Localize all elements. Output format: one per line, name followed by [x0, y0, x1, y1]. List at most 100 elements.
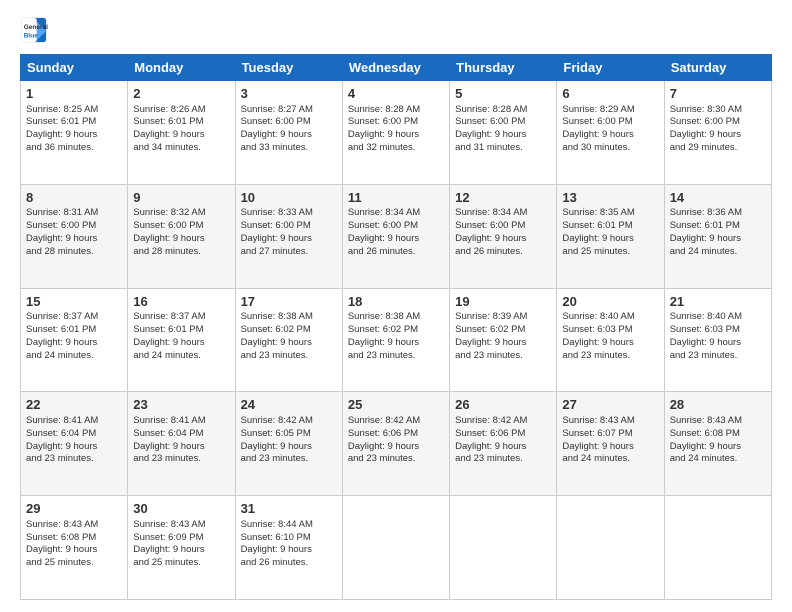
column-header-thursday: Thursday: [450, 55, 557, 81]
day-info-line: and 32 minutes.: [348, 142, 444, 155]
day-info-line: Daylight: 9 hours: [348, 337, 444, 350]
day-number: 6: [562, 85, 658, 103]
day-info-line: Daylight: 9 hours: [348, 441, 444, 454]
day-info-line: Daylight: 9 hours: [26, 129, 122, 142]
day-number: 23: [133, 396, 229, 414]
day-info-line: and 23 minutes.: [241, 453, 337, 466]
day-number: 14: [670, 189, 766, 207]
day-info-line: and 29 minutes.: [670, 142, 766, 155]
day-info-line: Daylight: 9 hours: [562, 337, 658, 350]
calendar-cell: 2Sunrise: 8:26 AMSunset: 6:01 PMDaylight…: [128, 81, 235, 185]
day-number: 8: [26, 189, 122, 207]
calendar-cell: 22Sunrise: 8:41 AMSunset: 6:04 PMDayligh…: [21, 392, 128, 496]
day-number: 25: [348, 396, 444, 414]
day-info-line: Sunset: 6:04 PM: [133, 428, 229, 441]
day-info-line: Sunset: 6:00 PM: [348, 116, 444, 129]
calendar-cell: [557, 496, 664, 600]
day-info-line: Sunset: 6:00 PM: [562, 116, 658, 129]
day-number: 30: [133, 500, 229, 518]
day-info-line: and 23 minutes.: [455, 350, 551, 363]
day-info-line: Sunset: 6:01 PM: [133, 324, 229, 337]
calendar-cell: 9Sunrise: 8:32 AMSunset: 6:00 PMDaylight…: [128, 184, 235, 288]
day-info-line: and 28 minutes.: [133, 246, 229, 259]
day-info-line: Daylight: 9 hours: [670, 129, 766, 142]
day-info-line: Sunrise: 8:38 AM: [348, 311, 444, 324]
day-info-line: and 26 minutes.: [348, 246, 444, 259]
calendar-cell: 13Sunrise: 8:35 AMSunset: 6:01 PMDayligh…: [557, 184, 664, 288]
day-info-line: and 34 minutes.: [133, 142, 229, 155]
day-info-line: Sunrise: 8:43 AM: [26, 519, 122, 532]
calendar-cell: 31Sunrise: 8:44 AMSunset: 6:10 PMDayligh…: [235, 496, 342, 600]
day-info-line: Sunset: 6:05 PM: [241, 428, 337, 441]
day-info-line: and 26 minutes.: [241, 557, 337, 570]
calendar-week-row: 15Sunrise: 8:37 AMSunset: 6:01 PMDayligh…: [21, 288, 772, 392]
day-info-line: and 25 minutes.: [133, 557, 229, 570]
calendar-cell: 26Sunrise: 8:42 AMSunset: 6:06 PMDayligh…: [450, 392, 557, 496]
day-info-line: and 23 minutes.: [26, 453, 122, 466]
day-info-line: Daylight: 9 hours: [241, 337, 337, 350]
day-info-line: Sunrise: 8:40 AM: [562, 311, 658, 324]
day-info-line: Sunrise: 8:44 AM: [241, 519, 337, 532]
calendar-cell: 15Sunrise: 8:37 AMSunset: 6:01 PMDayligh…: [21, 288, 128, 392]
calendar-cell: 8Sunrise: 8:31 AMSunset: 6:00 PMDaylight…: [21, 184, 128, 288]
calendar-header-row: SundayMondayTuesdayWednesdayThursdayFrid…: [21, 55, 772, 81]
day-info-line: Daylight: 9 hours: [133, 233, 229, 246]
day-info-line: and 24 minutes.: [670, 453, 766, 466]
day-info-line: Sunrise: 8:31 AM: [26, 207, 122, 220]
day-info-line: Daylight: 9 hours: [241, 233, 337, 246]
day-info-line: Sunset: 6:00 PM: [241, 116, 337, 129]
day-number: 10: [241, 189, 337, 207]
calendar-week-row: 22Sunrise: 8:41 AMSunset: 6:04 PMDayligh…: [21, 392, 772, 496]
day-number: 13: [562, 189, 658, 207]
day-info-line: Sunrise: 8:37 AM: [26, 311, 122, 324]
day-info-line: Sunrise: 8:42 AM: [241, 415, 337, 428]
day-info-line: and 23 minutes.: [455, 453, 551, 466]
column-header-monday: Monday: [128, 55, 235, 81]
day-info-line: Sunset: 6:06 PM: [455, 428, 551, 441]
day-info-line: Sunset: 6:02 PM: [348, 324, 444, 337]
day-info-line: Daylight: 9 hours: [455, 441, 551, 454]
day-info-line: and 23 minutes.: [348, 350, 444, 363]
day-info-line: Sunset: 6:04 PM: [26, 428, 122, 441]
day-number: 15: [26, 293, 122, 311]
day-info-line: Sunset: 6:01 PM: [670, 220, 766, 233]
day-info-line: Sunset: 6:08 PM: [670, 428, 766, 441]
day-info-line: and 26 minutes.: [455, 246, 551, 259]
day-number: 7: [670, 85, 766, 103]
day-info-line: Sunset: 6:08 PM: [26, 532, 122, 545]
day-info-line: and 33 minutes.: [241, 142, 337, 155]
column-header-friday: Friday: [557, 55, 664, 81]
day-info-line: Daylight: 9 hours: [26, 337, 122, 350]
calendar-cell: 30Sunrise: 8:43 AMSunset: 6:09 PMDayligh…: [128, 496, 235, 600]
calendar-week-row: 29Sunrise: 8:43 AMSunset: 6:08 PMDayligh…: [21, 496, 772, 600]
calendar-cell: 6Sunrise: 8:29 AMSunset: 6:00 PMDaylight…: [557, 81, 664, 185]
day-info-line: and 23 minutes.: [562, 350, 658, 363]
day-info-line: Daylight: 9 hours: [348, 233, 444, 246]
day-number: 9: [133, 189, 229, 207]
day-info-line: and 36 minutes.: [26, 142, 122, 155]
logo-icon: General Blue: [20, 16, 48, 44]
day-number: 21: [670, 293, 766, 311]
day-info-line: Sunset: 6:03 PM: [562, 324, 658, 337]
calendar-cell: 18Sunrise: 8:38 AMSunset: 6:02 PMDayligh…: [342, 288, 449, 392]
day-number: 18: [348, 293, 444, 311]
calendar-table: SundayMondayTuesdayWednesdayThursdayFrid…: [20, 54, 772, 600]
day-info-line: and 23 minutes.: [133, 453, 229, 466]
day-info-line: and 30 minutes.: [562, 142, 658, 155]
day-number: 19: [455, 293, 551, 311]
day-info-line: Sunset: 6:00 PM: [455, 220, 551, 233]
day-info-line: and 25 minutes.: [26, 557, 122, 570]
calendar-cell: 20Sunrise: 8:40 AMSunset: 6:03 PMDayligh…: [557, 288, 664, 392]
day-number: 2: [133, 85, 229, 103]
column-header-wednesday: Wednesday: [342, 55, 449, 81]
calendar-cell: 12Sunrise: 8:34 AMSunset: 6:00 PMDayligh…: [450, 184, 557, 288]
day-info-line: Daylight: 9 hours: [455, 129, 551, 142]
day-number: 12: [455, 189, 551, 207]
day-number: 3: [241, 85, 337, 103]
day-info-line: Sunrise: 8:42 AM: [455, 415, 551, 428]
day-info-line: Sunrise: 8:37 AM: [133, 311, 229, 324]
day-info-line: Daylight: 9 hours: [562, 233, 658, 246]
column-header-tuesday: Tuesday: [235, 55, 342, 81]
calendar-cell: 29Sunrise: 8:43 AMSunset: 6:08 PMDayligh…: [21, 496, 128, 600]
calendar-cell: 17Sunrise: 8:38 AMSunset: 6:02 PMDayligh…: [235, 288, 342, 392]
